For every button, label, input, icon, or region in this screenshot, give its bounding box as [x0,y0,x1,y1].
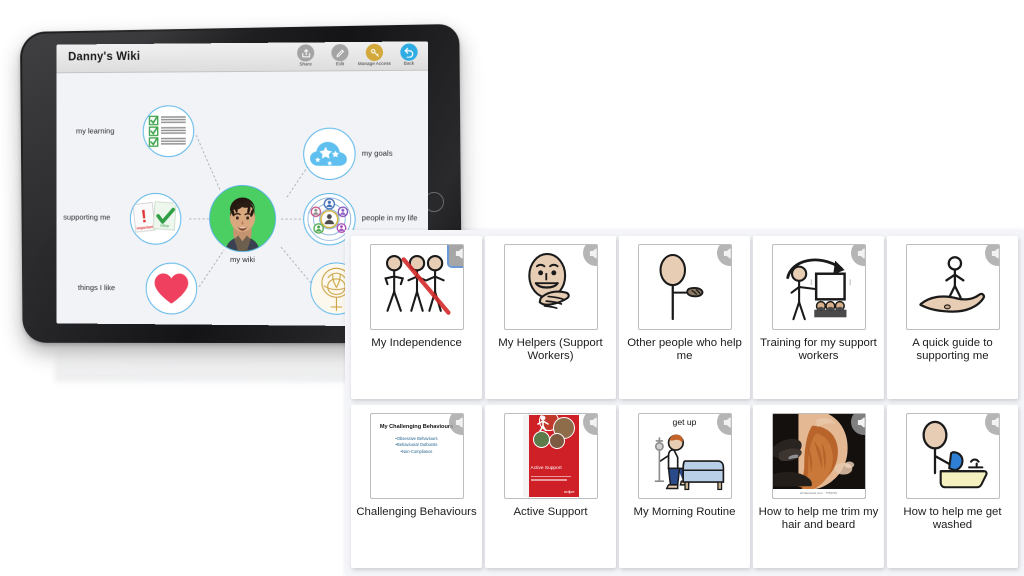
red-booklet-thumbnail: Active Support act▮ve [504,414,597,498]
share-icon [297,44,315,62]
thumb-title: My Challenging Behaviours [379,424,454,430]
presenter-whiteboard-audience-icon [785,258,851,321]
card-a-quick-guide-to-supporting-me[interactable]: A quick guide to supporting me [887,236,1018,399]
mindmap-node-things-i-like[interactable] [145,262,198,315]
thumb-bullets: •Obsessive Behaviours •Behavioural Outbu… [377,436,457,455]
card-other-people-who-help-me[interactable]: Other people who help me [619,236,750,399]
card-challenging-behaviours[interactable]: My Challenging Behaviours •Obsessive Beh… [351,405,482,568]
key-icon [365,43,384,62]
card-thumbnail [771,244,866,330]
mindmap-label-my-goals: my goals [361,148,393,158]
card-label: My Independence [371,337,462,349]
smiling-face-helping-hand-icon [527,252,570,309]
card-label: Challenging Behaviours [356,506,477,518]
mindmap-node-my-learning[interactable] [142,105,195,158]
share-button[interactable]: Share [291,44,320,67]
app-toolbar: Share Edit Manage Access Back [291,43,424,67]
stars-cloud-icon [310,141,347,166]
card-training-for-my-support-workers[interactable]: Training for my support workers [753,236,884,399]
card-label: Training for my support workers [760,337,877,363]
card-thumbnail [369,244,464,330]
important-notes-icon: ! important Other [133,200,178,238]
card-how-to-help-me-get-washed[interactable]: How to help me get washed [887,405,1018,568]
mindmap-node-my-wiki[interactable] [209,184,277,253]
card-label: Active Support [513,506,588,518]
card-label: A quick guide to supporting me [912,337,993,363]
mindmap-node-supporting-me[interactable]: ! important Other [129,192,182,245]
card-label: Other people who help me [627,337,742,363]
card-thumbnail: My Challenging Behaviours •Obsessive Beh… [369,413,464,499]
card-my-independence[interactable]: My Independence [351,236,482,399]
mindmap-label-my-learning: my learning [75,126,115,136]
svg-text:Other: Other [160,224,170,229]
card-thumbnail [905,244,1000,330]
card-thumbnail [503,244,598,330]
manage-access-button[interactable]: Manage Access [357,43,391,67]
edit-button[interactable]: Edit [325,44,354,67]
beard-trimming-photo: shutterstock.com · 7766702 [772,414,865,498]
checklist-icon [149,116,187,148]
resource-grid: My Independence My Helpers (Support Work… [351,236,1018,568]
back-label: Back [403,60,415,66]
screenshot-root: Danny's Wiki Share Edit Manage Access Ba… [0,0,1024,576]
mindmap-label-people-in-my-life: people in my life [361,213,418,223]
card-label: My Morning Routine [633,506,736,518]
card-label: How to help me get washed [903,506,1002,532]
photo-content [772,414,865,498]
edit-label: Edit [335,61,344,67]
card-how-to-help-me-trim-my-hair-and-beard[interactable]: shutterstock.com · 7766702 How to help m… [753,405,884,568]
person-holding-object-icon [658,253,703,321]
back-button[interactable]: Back [394,43,424,66]
back-arrow-icon [400,43,418,61]
person-symbol-icon [536,415,549,431]
photo-watermark: shutterstock.com · 7766702 [772,489,865,498]
mindmap-label-supporting-me: supporting me [63,212,111,222]
card-thumbnail: shutterstock.com · 7766702 [771,413,866,499]
speaker-icon[interactable] [446,245,463,268]
card-thumbnail: Active Support act▮ve [503,413,598,499]
booklet-logo: act▮ve [563,490,575,494]
share-label: Share [299,61,312,67]
card-my-morning-routine[interactable]: get up My Morning Routine [619,405,750,568]
mindmap-label-my-wiki: my wiki [230,254,255,265]
card-thumbnail [637,244,732,330]
stick-figures-crossed-icon [383,255,451,315]
person-getting-out-of-bed-icon [654,434,724,491]
mindmap-node-my-goals[interactable] [303,127,356,180]
card-label: My Helpers (Support Workers) [498,337,603,363]
heart-icon [154,273,189,304]
speaker-icon[interactable] [582,245,597,266]
document-thumbnail: My Challenging Behaviours •Obsessive Beh… [371,414,463,498]
person-photo-avatar [210,185,275,252]
mindmap-label-things-i-like: things I like [77,282,116,293]
card-thumbnail [905,413,1000,499]
person-on-hand-icon [918,256,985,313]
card-label: How to help me trim my hair and beard [758,506,879,532]
pencil-icon [331,44,349,62]
card-active-support[interactable]: Active Support act▮ve Active Support [485,405,616,568]
booklet-subtitle-lines [530,475,571,483]
manage-access-label: Manage Access [357,60,391,67]
thumb-bullet: •Non-Compliance [400,448,433,454]
app-topbar: Danny's Wiki Share Edit Manage Access Ba… [56,41,428,74]
card-my-helpers[interactable]: My Helpers (Support Workers) [485,236,616,399]
person-washing-at-sink-icon [921,420,988,489]
page-title: Danny's Wiki [68,50,141,64]
card-thumbnail: get up [637,413,732,499]
speaker-icon[interactable] [716,245,731,266]
resource-grid-panel: My Independence My Helpers (Support Work… [345,230,1024,576]
booklet-title: Active Support [530,466,562,471]
